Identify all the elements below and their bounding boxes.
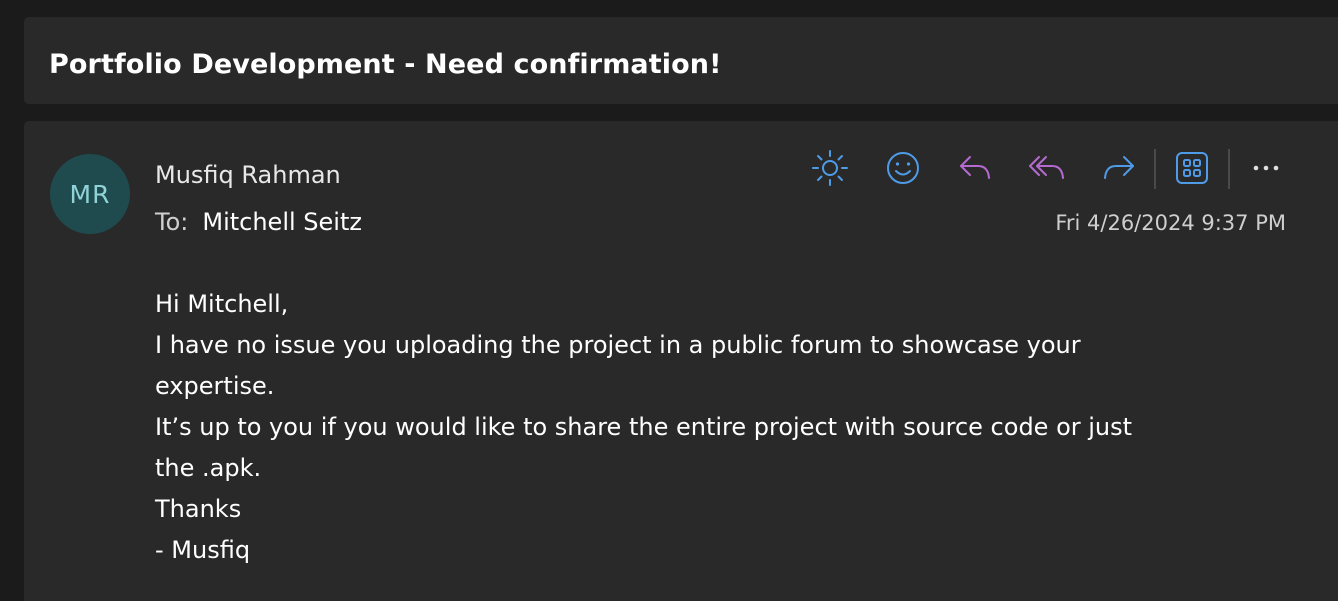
reply-button[interactable] bbox=[953, 146, 997, 190]
toolbar-separator bbox=[1228, 149, 1230, 189]
recipient-name[interactable]: Mitchell Seitz bbox=[202, 208, 362, 236]
recipient-line: To: Mitchell Seitz bbox=[155, 206, 362, 238]
emoji-icon bbox=[887, 152, 919, 184]
message-toolbar bbox=[804, 146, 1304, 190]
message-card: MR Musfiq Rahman To: Mitchell Seitz Fri 4… bbox=[24, 121, 1338, 601]
forward-icon bbox=[1104, 156, 1134, 179]
reply-all-icon bbox=[1029, 156, 1064, 179]
sender-name[interactable]: Musfiq Rahman bbox=[155, 159, 341, 191]
avatar[interactable]: MR bbox=[50, 154, 130, 234]
sun-icon bbox=[812, 150, 848, 186]
timestamp: Fri 4/26/2024 9:37 PM bbox=[1055, 211, 1286, 235]
email-subject: Portfolio Development - Need confirmatio… bbox=[49, 49, 722, 80]
body-line: expertise. bbox=[155, 372, 275, 400]
forward-button[interactable] bbox=[1097, 146, 1141, 190]
to-label: To: bbox=[155, 208, 189, 236]
message-body: Hi Mitchell, I have no issue you uploadi… bbox=[155, 284, 1265, 571]
subject-header: Portfolio Development - Need confirmatio… bbox=[24, 17, 1338, 104]
body-line: Thanks bbox=[155, 495, 242, 523]
reply-icon bbox=[960, 156, 990, 179]
emoji-button[interactable] bbox=[881, 146, 925, 190]
reply-all-button[interactable] bbox=[1025, 146, 1069, 190]
apps-icon bbox=[1176, 152, 1208, 184]
body-line: the .apk. bbox=[155, 454, 262, 482]
more-options-button[interactable] bbox=[1244, 146, 1288, 190]
avatar-initials: MR bbox=[69, 179, 111, 209]
more-icon bbox=[1253, 165, 1279, 171]
body-line: - Musfiq bbox=[155, 536, 251, 564]
body-line: Hi Mitchell, bbox=[155, 290, 289, 318]
sun-button[interactable] bbox=[808, 146, 852, 190]
body-line: I have no issue you uploading the projec… bbox=[155, 331, 1081, 359]
body-line: It’s up to you if you would like to shar… bbox=[155, 413, 1133, 441]
apps-button[interactable] bbox=[1170, 146, 1214, 190]
toolbar-separator bbox=[1154, 149, 1156, 189]
